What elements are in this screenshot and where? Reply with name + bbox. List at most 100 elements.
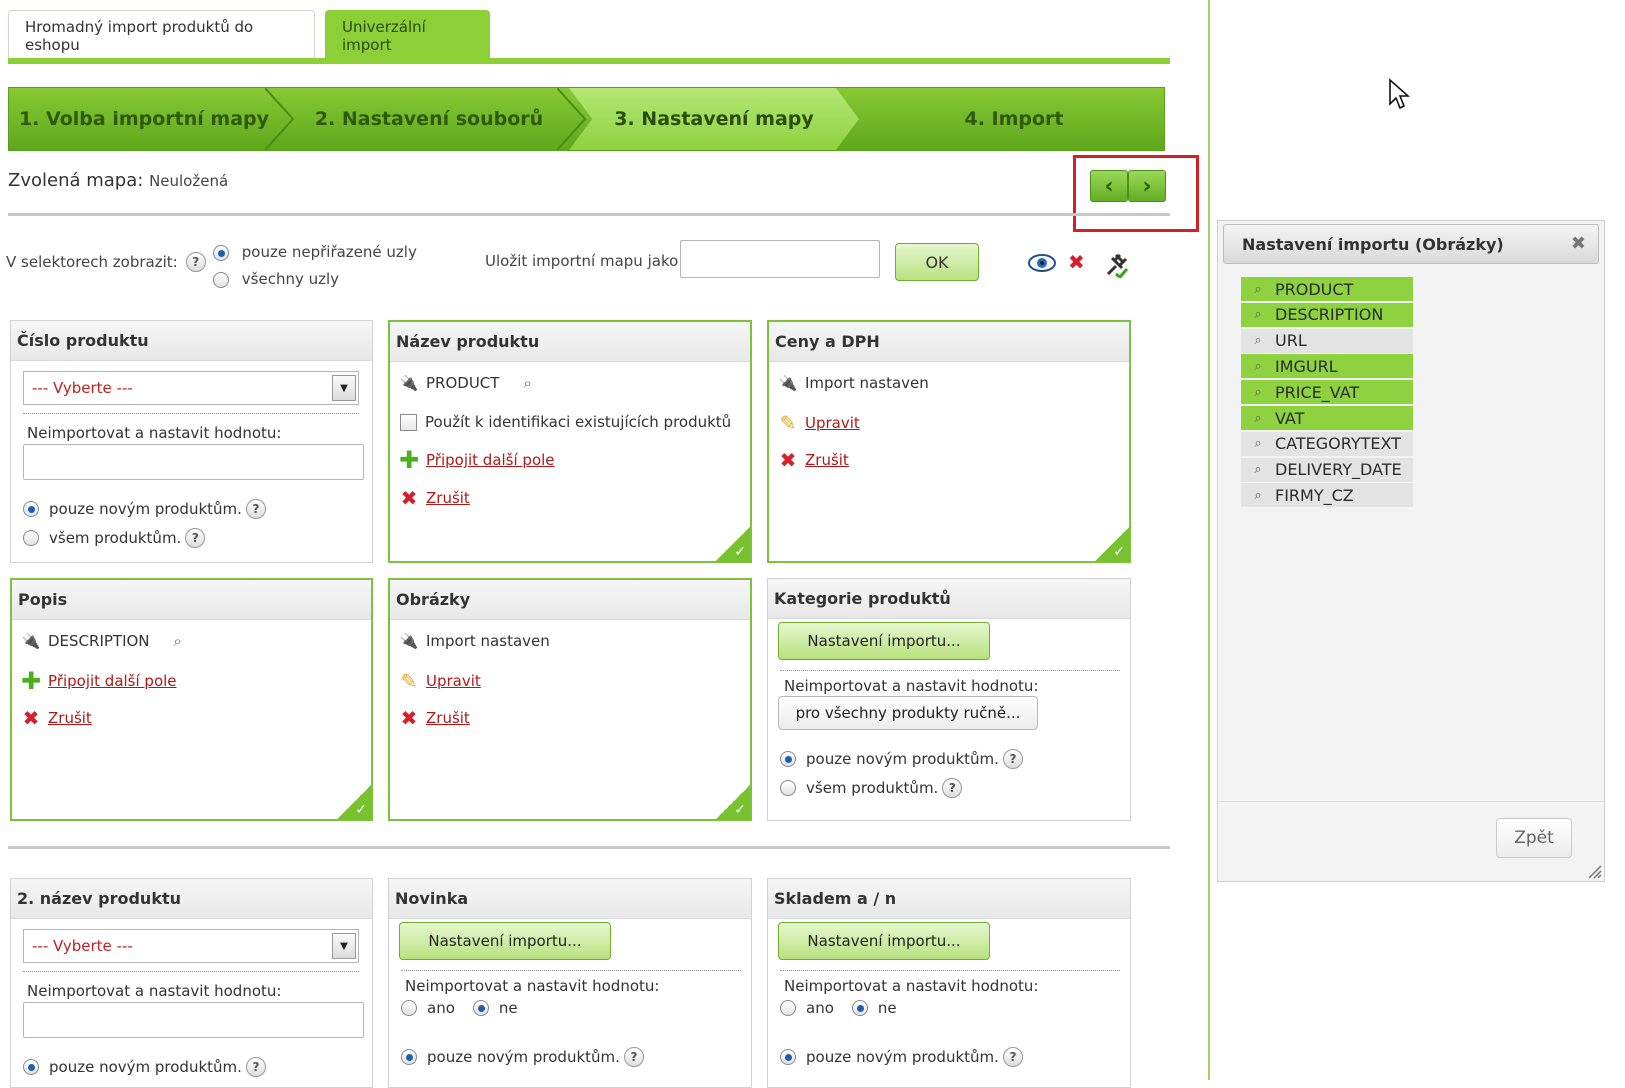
attach-field-row[interactable]: ✚ Připojit další pole — [18, 669, 177, 693]
edit-row[interactable]: ✎ Upravit — [775, 411, 860, 435]
source-field-item[interactable]: ⌕ CATEGORYTEXT — [1241, 431, 1413, 456]
help-icon[interactable]: ? — [1002, 749, 1023, 769]
radio-button[interactable] — [23, 1059, 39, 1075]
radio-only-new[interactable]: pouze novým produktům. ? — [780, 1047, 1023, 1067]
tab-universal-import[interactable]: Univerzální import — [325, 10, 490, 60]
radio-button[interactable] — [23, 501, 39, 517]
step-4[interactable]: 4. Import — [869, 88, 1159, 150]
radio-only-new[interactable]: pouze novým produktům. ? — [23, 499, 266, 519]
radio-button[interactable] — [213, 271, 229, 288]
radio-button[interactable] — [780, 780, 796, 796]
field-select[interactable]: --- Vyberte --- ▼ — [23, 929, 359, 963]
cancel-link[interactable]: Zrušit — [426, 489, 470, 507]
plug-icon[interactable] — [1104, 252, 1128, 278]
step-label: 4. Import — [964, 108, 1064, 130]
search-icon[interactable]: ⌕ — [523, 374, 531, 392]
source-field-item[interactable]: ⌕ IMGURL — [1241, 354, 1413, 379]
cancel-link[interactable]: Zrušit — [805, 451, 849, 469]
help-icon[interactable]: ? — [245, 499, 266, 519]
panel-prices-vat: Ceny a DPH 🔌 Import nastaven ✎ Upravit ✖… — [767, 320, 1131, 563]
edit-link[interactable]: Upravit — [805, 414, 860, 432]
source-field-item[interactable]: ⌕ DELIVERY_DATE — [1241, 457, 1413, 482]
cancel-row[interactable]: ✖ Zrušit — [396, 706, 470, 730]
search-icon[interactable]: ⌕ — [1241, 359, 1275, 374]
import-settings-button[interactable]: Nastavení importu... — [399, 922, 611, 960]
radio-only-new[interactable]: pouze novým produktům. ? — [401, 1047, 644, 1067]
search-icon[interactable]: ⌕ — [1241, 411, 1275, 426]
chevron-down-icon[interactable]: ▼ — [332, 933, 356, 959]
source-field-item[interactable]: ⌕ PRODUCT — [1241, 277, 1413, 301]
help-icon[interactable]: ? — [623, 1047, 644, 1067]
attach-link[interactable]: Připojit další pole — [48, 672, 177, 690]
source-field-item[interactable]: ⌕ FIRMY_CZ — [1241, 483, 1413, 508]
field-select[interactable]: --- Vyberte --- ▼ — [23, 371, 359, 405]
step-2[interactable]: 2. Nastavení souborů — [289, 88, 569, 150]
search-icon[interactable]: ⌕ — [1241, 462, 1275, 477]
search-icon[interactable]: ⌕ — [1241, 385, 1275, 400]
delete-icon[interactable]: ✖ — [1068, 250, 1085, 274]
search-icon[interactable]: ⌕ — [1241, 436, 1275, 451]
radio-yes[interactable] — [780, 1000, 796, 1016]
radio-yes[interactable] — [401, 1000, 417, 1016]
radio-no[interactable] — [472, 1000, 489, 1016]
search-icon[interactable]: ⌕ — [174, 632, 182, 650]
help-icon[interactable]: ? — [942, 778, 963, 798]
map-name-input[interactable] — [680, 240, 880, 278]
radio-only-new[interactable]: pouze novým produktům. ? — [780, 749, 1023, 769]
search-icon[interactable]: ⌕ — [1241, 282, 1275, 297]
eye-icon[interactable] — [1028, 253, 1056, 273]
source-field-item[interactable]: ⌕ PRICE_VAT — [1241, 380, 1413, 405]
import-settings-button[interactable]: Nastavení importu... — [778, 922, 990, 960]
select-value: --- Vyberte --- — [32, 937, 133, 955]
cancel-row[interactable]: ✖ Zrušit — [396, 486, 470, 510]
attach-field-row[interactable]: ✚ Připojit další pole — [396, 448, 555, 472]
step-3[interactable]: 3. Nastavení mapy — [569, 88, 859, 150]
radio-button[interactable] — [213, 244, 229, 261]
radio-only-new[interactable]: pouze novým produktům. ? — [23, 1057, 266, 1077]
chevron-down-icon[interactable]: ▼ — [332, 375, 356, 401]
attach-link[interactable]: Připojit další pole — [426, 451, 555, 469]
back-button[interactable]: Zpět — [1496, 818, 1572, 858]
panel-title: Obrázky — [390, 580, 750, 620]
resize-handle-icon[interactable] — [1586, 863, 1602, 879]
default-value-input[interactable] — [23, 1002, 364, 1038]
cancel-row[interactable]: ✖ Zrušit — [18, 706, 92, 730]
help-icon[interactable]: ? — [1002, 1047, 1023, 1067]
source-field-item[interactable]: ⌕ URL — [1241, 328, 1413, 353]
search-icon[interactable]: ⌕ — [1241, 333, 1275, 348]
source-field-item[interactable]: ⌕ DESCRIPTION — [1241, 302, 1413, 327]
help-icon[interactable]: ? — [185, 528, 206, 548]
cancel-link[interactable]: Zrušit — [48, 709, 92, 727]
radio-button[interactable] — [401, 1049, 417, 1065]
radio-all-products[interactable]: všem produktům. ? — [23, 528, 206, 548]
import-settings-button[interactable]: Nastavení importu... — [778, 622, 990, 660]
search-icon[interactable]: ⌕ — [1241, 307, 1275, 322]
chevron-left-icon[interactable]: ‹ — [1090, 170, 1128, 202]
radio-button[interactable] — [23, 530, 39, 546]
tab-bulk-import[interactable]: Hromadný import produktů do eshopu — [8, 10, 315, 60]
radio-button[interactable] — [780, 1049, 796, 1065]
ok-button[interactable]: OK — [895, 243, 979, 281]
radio-all-nodes[interactable]: všechny uzly — [213, 270, 339, 288]
cancel-row[interactable]: ✖ Zrušit — [775, 448, 849, 472]
default-value-input[interactable] — [23, 444, 364, 480]
edit-link[interactable]: Upravit — [426, 672, 481, 690]
import-settings-dialog: Nastavení importu (Obrázky) ✖ ⌕ PRODUCT ⌕ D… — [1217, 220, 1605, 882]
cancel-link[interactable]: Zrušit — [426, 709, 470, 727]
identify-checkbox-row[interactable]: Použít k identifikaci existujících produ… — [400, 413, 731, 431]
radio-no[interactable] — [851, 1000, 868, 1016]
radio-unassigned[interactable]: pouze nepřiřazené uzly — [213, 243, 417, 261]
chevron-right-icon[interactable]: › — [1128, 170, 1166, 202]
panel-description: Popis 🔌 DESCRIPTION ⌕ ✚ Připojit další p… — [10, 578, 373, 821]
close-icon[interactable]: ✖ — [1571, 233, 1586, 254]
help-icon[interactable]: ? — [245, 1057, 266, 1077]
manual-value-button[interactable]: pro všechny produkty ručně... — [778, 696, 1038, 730]
help-icon[interactable]: ? — [185, 252, 206, 272]
identify-checkbox[interactable] — [400, 413, 417, 431]
step-1[interactable]: 1. Volba importní mapy — [9, 88, 279, 150]
edit-row[interactable]: ✎ Upravit — [396, 669, 481, 693]
source-field-item[interactable]: ⌕ VAT — [1241, 406, 1413, 430]
radio-button[interactable] — [780, 751, 796, 767]
search-icon[interactable]: ⌕ — [1241, 488, 1275, 503]
radio-all-products[interactable]: všem produktům. ? — [780, 778, 963, 798]
